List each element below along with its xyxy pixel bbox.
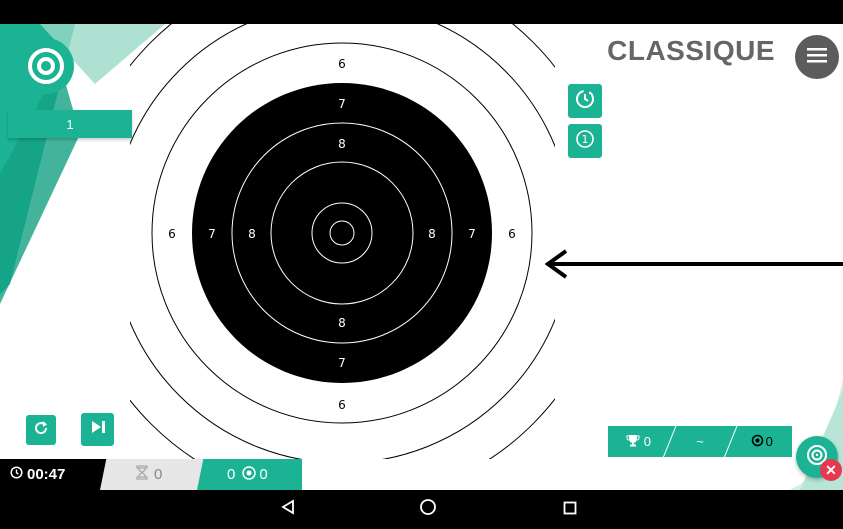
ring-label: 6 — [168, 227, 176, 241]
ring-label: 7 — [338, 356, 346, 370]
timer-value: 00:47 — [27, 466, 66, 483]
score-unit-value: 0 — [259, 466, 268, 483]
group-stat: 0 — [731, 426, 792, 457]
best-score-value: 0 — [643, 434, 651, 449]
ring-label: 8 — [338, 316, 346, 330]
group-value: 0 — [765, 434, 773, 449]
shots-count: 0 — [154, 466, 163, 483]
hourglass-icon — [136, 465, 148, 484]
timer-display: 00:47 — [0, 459, 107, 490]
average-value: ~ — [696, 434, 704, 449]
score-display: 0 0 — [197, 459, 302, 490]
system-nav-bar — [0, 490, 843, 529]
stats-bar: 0 ~ 0 — [608, 423, 792, 460]
nav-back-button[interactable] — [266, 490, 310, 529]
best-score-stat: 0 — [608, 426, 669, 457]
single-shot-button[interactable]: 1 — [568, 124, 602, 158]
ring-label: 7 — [208, 227, 216, 241]
refresh-icon — [33, 420, 49, 441]
recents-square-icon — [563, 499, 577, 520]
arrow-left-icon — [544, 249, 843, 279]
close-icon[interactable]: ✕ — [820, 459, 842, 481]
shooting-target: 6 7 8 6 7 8 8 7 6 8 7 6 — [130, 24, 555, 459]
hamburger-menu-icon — [807, 47, 827, 68]
grouping-icon — [751, 434, 764, 450]
clock-icon — [10, 466, 23, 483]
mode-title: CLASSIQUE — [607, 35, 775, 66]
ring-label: 8 — [428, 227, 436, 241]
trophy-icon — [626, 434, 640, 450]
timer-icon — [575, 89, 595, 114]
ring-label: 6 — [338, 57, 346, 71]
target-logo-icon — [18, 38, 74, 94]
one-circle-icon: 1 — [575, 129, 595, 154]
home-circle-icon — [419, 498, 437, 521]
next-button[interactable] — [81, 413, 114, 446]
score-value: 0 — [227, 466, 236, 483]
status-bar — [0, 0, 843, 24]
timer-toggle-button[interactable] — [568, 84, 602, 118]
svg-text:1: 1 — [582, 133, 589, 146]
average-stat: ~ — [670, 426, 731, 457]
reset-button[interactable] — [26, 415, 56, 445]
ring-label: 6 — [508, 227, 516, 241]
nav-home-button[interactable] — [406, 490, 450, 529]
series-tab[interactable]: 1 — [8, 110, 132, 138]
ring-label: 6 — [338, 398, 346, 412]
back-triangle-icon — [281, 499, 295, 520]
ring-label: 8 — [338, 137, 346, 151]
ring-label: 7 — [468, 227, 476, 241]
shots-counter: 0 — [100, 459, 205, 490]
grouping-icon — [241, 465, 257, 484]
skip-next-icon — [89, 418, 107, 441]
ring-label: 7 — [338, 97, 346, 111]
nav-recents-button[interactable] — [548, 490, 592, 529]
menu-button[interactable] — [795, 35, 839, 79]
ring-label: 8 — [248, 227, 256, 241]
target-black-zone — [192, 83, 492, 383]
